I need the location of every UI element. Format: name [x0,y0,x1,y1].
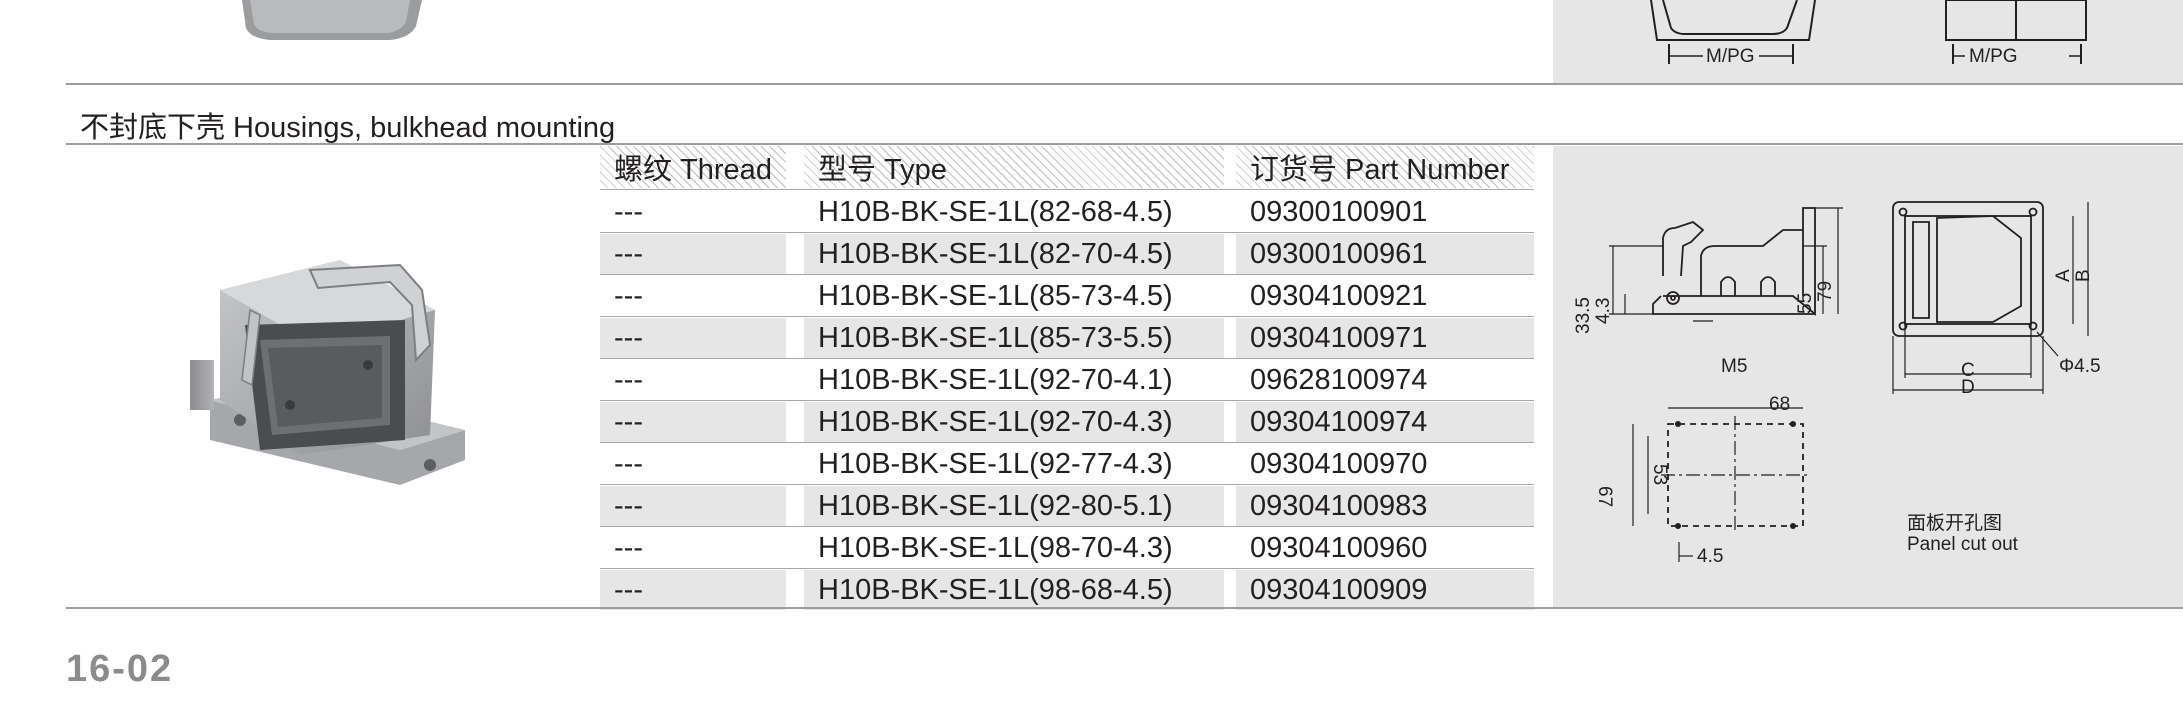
dim-front-d: D [1961,377,1975,398]
cell-type: H10B-BK-SE-1L(92-77-4.3) [818,447,1173,480]
cell-type: H10B-BK-SE-1L(82-70-4.5) [804,234,1224,274]
cell-part-number: 09304100970 [1250,447,1428,480]
section-title: 不封底下壳 Housings, bulkhead mounting [80,112,616,144]
page-number: 16-02 [66,648,174,690]
row-divider [600,232,1534,233]
cell-part-number: 09304100971 [1236,318,1534,358]
section-title-underline [66,143,2183,145]
cell-type: H10B-BK-SE-1L(92-80-5.1) [804,486,1224,526]
cell-thread: --- [600,570,786,610]
cell-part-number: 09304100921 [1250,279,1428,312]
cell-type: H10B-BK-SE-1L(98-70-4.3) [818,531,1173,564]
cell-thread: --- [614,363,643,396]
dim-cutout-68: 68 [1769,394,1791,415]
cell-thread: --- [600,234,786,274]
thread-label-2: M/PG [1969,46,2018,67]
cell-part-number: 09304100960 [1250,531,1428,564]
cell-thread: --- [600,486,786,526]
dim-side-79: 79 [1815,280,1836,302]
cell-thread: --- [614,279,643,312]
previous-drawing-panel: M/PG M/PG [1553,0,2183,84]
row-divider [600,274,1534,275]
row-divider [600,316,1534,317]
row-divider [600,358,1534,359]
cell-type: H10B-BK-SE-1L(98-68-4.5) [804,570,1224,610]
cutout-caption-cn: 面板开孔图 [1907,513,2003,534]
dim-side-55: 55 [1795,292,1816,314]
row-divider [600,568,1534,569]
section-divider-top [66,83,2183,85]
previous-housing-drawing [1650,0,2087,64]
dim-cutout-67: 67 [1594,486,1615,508]
cutout-caption-en: Panel cut out [1907,534,2018,555]
dim-cutout-53: 53 [1649,464,1670,486]
technical-drawing-panel: 33.5 4.3 55 79 M5 A B C D Φ4.5 68 67 53 … [1553,146,2183,608]
previous-housing-photo-fragment [240,0,430,42]
dim-side-33-5: 33.5 [1573,297,1594,334]
header-type-label: 型号 Type [818,154,947,186]
header-type: 型号 Type [804,146,1224,188]
row-divider [600,189,1534,190]
header-part-number: 订货号 Part Number [1236,146,1534,188]
header-part-number-label: 订货号 Part Number [1250,154,1510,186]
cell-type: H10B-BK-SE-1L(92-70-4.3) [804,402,1224,442]
row-divider [600,442,1534,443]
dim-side-4-3: 4.3 [1593,297,1614,324]
dim-side-m5: M5 [1721,356,1748,377]
row-divider [600,484,1534,485]
dim-cutout-hole: 4.5 [1697,546,1724,567]
cell-type: H10B-BK-SE-1L(92-70-4.1) [818,363,1173,396]
dim-front-b: B [2073,269,2094,282]
dim-front-a: A [2053,269,2074,282]
cell-part-number: 09628100974 [1250,363,1428,396]
cell-thread: --- [614,447,643,480]
row-divider [600,400,1534,401]
cell-type: H10B-BK-SE-1L(82-68-4.5) [818,195,1173,228]
header-thread: 螺纹 Thread [600,146,786,188]
cell-thread: --- [614,195,643,228]
cell-type: H10B-BK-SE-1L(85-73-4.5) [818,279,1173,312]
cell-part-number: 09304100974 [1236,402,1534,442]
cell-part-number: 09300100961 [1236,234,1534,274]
cell-type: H10B-BK-SE-1L(85-73-5.5) [804,318,1224,358]
thread-label-1: M/PG [1706,46,1755,67]
row-divider [600,526,1534,527]
header-thread-label: 螺纹 Thread [614,154,772,186]
product-photo-housing [190,250,480,500]
cell-part-number: 09304100909 [1236,570,1534,610]
cell-thread: --- [614,531,643,564]
cell-thread: --- [600,318,786,358]
cell-thread: --- [600,402,786,442]
section-divider-bottom [66,607,2183,609]
dim-front-hole: Φ4.5 [2059,356,2101,377]
cell-part-number: 09304100983 [1236,486,1534,526]
cell-part-number: 09300100901 [1250,195,1428,228]
